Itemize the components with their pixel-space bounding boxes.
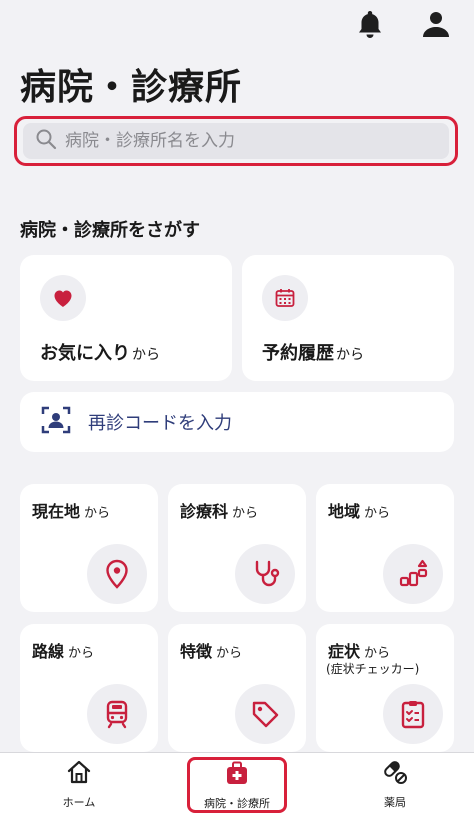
location-pin-icon xyxy=(87,544,147,604)
search-by-region-title: 地域 から xyxy=(328,502,391,521)
bell-icon[interactable] xyxy=(354,8,386,40)
favorites-card[interactable]: お気に入り から xyxy=(20,255,232,381)
tag-icon xyxy=(235,684,295,744)
symptom-checker-sublabel: (症状チェッカー) xyxy=(326,662,420,676)
tab-hospitals-label: 病院・診療所 xyxy=(204,797,270,810)
user-account-icon[interactable] xyxy=(420,8,452,40)
bottom-tab-bar: ホーム 病院・診療所 薬局 xyxy=(0,752,474,814)
pill-icon xyxy=(381,758,409,790)
search-input[interactable] xyxy=(65,131,425,151)
search-by-location-title: 現在地 から xyxy=(32,502,111,521)
stethoscope-icon xyxy=(235,544,295,604)
revisit-code-label: 再診コードを入力 xyxy=(88,413,232,434)
search-by-train-line-title: 路線 から xyxy=(32,642,95,661)
search-bar[interactable] xyxy=(23,123,449,159)
reservation-history-label: 予約履歴 から xyxy=(262,343,364,364)
calendar-icon xyxy=(262,275,308,321)
section-title: 病院・診療所をさがす xyxy=(20,220,200,241)
tab-home[interactable]: ホーム xyxy=(36,753,122,814)
tab-pharmacy[interactable]: 薬局 xyxy=(352,753,438,814)
home-icon xyxy=(65,758,93,790)
search-by-department-card[interactable]: 診療科 から xyxy=(168,484,306,612)
tab-home-label: ホーム xyxy=(62,796,96,809)
revisit-code-button[interactable]: 再診コードを入力 xyxy=(20,392,454,452)
search-by-features-card[interactable]: 特徴 から xyxy=(168,624,306,752)
search-by-symptoms-title: 症状 から xyxy=(328,642,391,661)
search-highlight-frame xyxy=(14,116,458,166)
tab-hospitals[interactable]: 病院・診療所 xyxy=(187,757,287,813)
search-by-department-title: 診療科 から xyxy=(180,502,259,521)
hospital-icon xyxy=(223,759,251,791)
clipboard-check-icon xyxy=(383,684,443,744)
search-icon xyxy=(35,128,57,154)
search-by-symptoms-card[interactable]: 症状 から (症状チェッカー) xyxy=(316,624,454,752)
search-by-location-card[interactable]: 現在地 から xyxy=(20,484,158,612)
tab-pharmacy-label: 薬局 xyxy=(384,796,406,809)
top-bar xyxy=(0,0,474,50)
search-by-region-card[interactable]: 地域 から xyxy=(316,484,454,612)
favorites-label: お気に入り から xyxy=(40,343,160,364)
search-by-train-line-card[interactable]: 路線 から xyxy=(20,624,158,752)
page-title: 病院・診療所 xyxy=(20,67,243,108)
person-scan-icon xyxy=(40,404,72,440)
region-blocks-icon xyxy=(383,544,443,604)
train-icon xyxy=(87,684,147,744)
search-by-features-title: 特徴 から xyxy=(180,642,243,661)
heart-icon xyxy=(40,275,86,321)
reservation-history-card[interactable]: 予約履歴 から xyxy=(242,255,454,381)
